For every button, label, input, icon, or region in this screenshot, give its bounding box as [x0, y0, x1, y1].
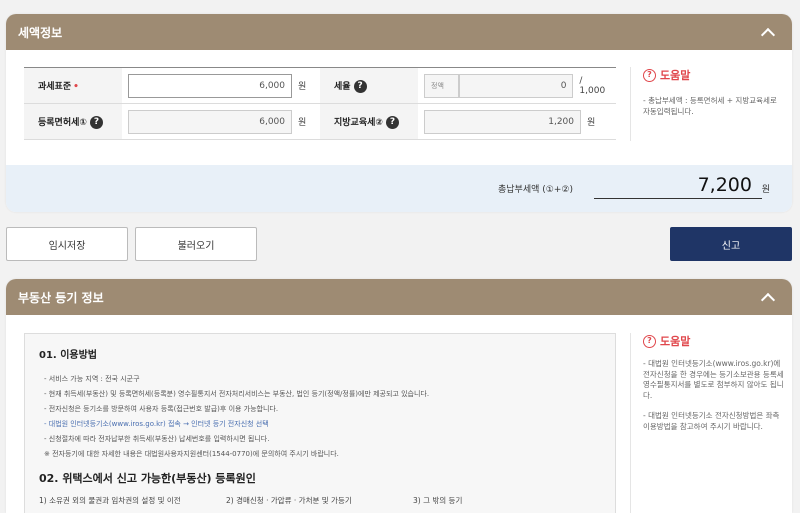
- tax-rate-label: 세율?: [320, 67, 418, 104]
- total-underline: [594, 198, 762, 199]
- tax-info-header[interactable]: 세액정보: [6, 14, 792, 50]
- cause-column: 2) 경매신청 · 가압류 · 가처분 및 가등기: [226, 496, 352, 505]
- help-circle-icon: ?: [643, 334, 656, 348]
- property-help-title: 도움말: [660, 335, 691, 348]
- tax-help-title: 도움말: [660, 69, 691, 82]
- property-registration-panel: 부동산 등기 정보 01. 이용방법 - 서비스 가능 지역 : 전국 시군구 …: [6, 279, 792, 513]
- cause-column: 1) 소유권 외의 물권과 임차권의 설정 및 이전: [39, 496, 181, 505]
- chevron-up-icon[interactable]: [760, 25, 774, 39]
- usage-line: - 현재 취득세(부동산) 및 등록면허세(등록분) 영수필통지서 전자처리서비…: [44, 390, 430, 398]
- help-question-icon[interactable]: ?: [386, 115, 400, 129]
- required-mark: •: [73, 82, 79, 92]
- cause-column: 3) 그 밖의 등기: [413, 496, 463, 505]
- tax-info-title: 세액정보: [18, 25, 63, 40]
- help-question-icon[interactable]: ?: [90, 115, 104, 129]
- property-help-text: - 대법원 인터넷등기소 전자신청방법은 좌측 이용방법을 참고하여 주시기 바…: [643, 411, 780, 431]
- usage-line: - 전자신청은 등기소를 방문하여 사용자 등록(접근번호 발급)후 이용 가능…: [44, 405, 279, 413]
- tax-table: 과세표준 • 6,000 원 세율? 정액 0 / 1,000 등록면허세① ?…: [24, 67, 616, 140]
- tax-help-text: - 총납부세액 : 등록면허세 + 지방교육세로 자동입력됩니다.: [643, 96, 777, 116]
- total-tax-bar: 총납부세액 (①+②) 7,200 원: [6, 165, 792, 212]
- tax-base-unit: 원: [298, 82, 307, 92]
- reg-tax-unit: 원: [298, 118, 307, 128]
- property-help-box: ? 도움말 - 대법원 인터넷등기소(www.iros.go.kr)에 전자신청을…: [630, 333, 784, 513]
- total-tax-value: 7,200: [697, 174, 752, 196]
- local-edu-tax-label: 지방교육세②?: [320, 103, 418, 140]
- load-button[interactable]: 불러오기: [135, 227, 257, 261]
- total-tax-unit: 원: [761, 185, 770, 195]
- usage-section-title: 01. 이용방법: [39, 350, 97, 361]
- help-question-icon[interactable]: ?: [353, 79, 367, 93]
- iros-link-line[interactable]: - 대법원 인터넷등기소(www.iros.go.kr) 접속 → 인터넷 등기…: [39, 417, 601, 432]
- usage-line: - 신청절차에 따라 전자납부한 취득세(부동산) 납세번호를 입력하시면 됩니…: [44, 435, 270, 443]
- tax-rate-input: 0: [459, 73, 574, 98]
- tax-info-panel: 세액정보 과세표준 • 6,000 원 세율? 정액 0 / 1,000 등록면…: [6, 14, 792, 212]
- local-edu-tax-unit: 원: [587, 118, 596, 128]
- usage-line: - 서비스 가능 지역 : 전국 시군구: [44, 375, 140, 383]
- registration-cause-title: 02. 위택스에서 신고 가능한(부동산) 등록원인: [39, 472, 256, 485]
- property-title: 부동산 등기 정보: [18, 290, 104, 305]
- usage-guide-box: 01. 이용방법 - 서비스 가능 지역 : 전국 시군구 - 현재 취득세(부…: [24, 333, 616, 513]
- reg-tax-input: 6,000: [128, 109, 292, 134]
- tax-rate-type: 정액: [424, 73, 460, 98]
- tax-base-label: 과세표준 •: [24, 67, 122, 104]
- tax-help-box: ? 도움말 - 총납부세액 : 등록면허세 + 지방교육세로 자동입력됩니다.: [630, 67, 780, 141]
- tax-rate-suffix: / 1,000: [579, 75, 606, 96]
- property-help-text: - 대법원 인터넷등기소(www.iros.go.kr)에 전자신청을 한 경우…: [643, 359, 784, 400]
- submit-button[interactable]: 신고: [670, 227, 792, 261]
- chevron-up-icon[interactable]: [760, 290, 774, 304]
- tax-base-input[interactable]: 6,000: [128, 73, 292, 98]
- registration-cause-columns: 1) 소유권 외의 물권과 임차권의 설정 및 이전 2) 경매신청 · 가압류…: [39, 495, 601, 506]
- property-header[interactable]: 부동산 등기 정보: [6, 279, 792, 315]
- total-tax-label: 총납부세액 (①+②): [498, 185, 573, 195]
- local-edu-tax-input: 1,200: [424, 109, 581, 134]
- temp-save-button[interactable]: 임시저장: [6, 227, 128, 261]
- usage-note: ※ 전자등기에 대한 자세한 내용은 대법원사용자지원센터(1544-0770)…: [44, 450, 339, 458]
- reg-tax-label: 등록면허세①?: [24, 103, 122, 140]
- help-circle-icon: ?: [643, 68, 656, 82]
